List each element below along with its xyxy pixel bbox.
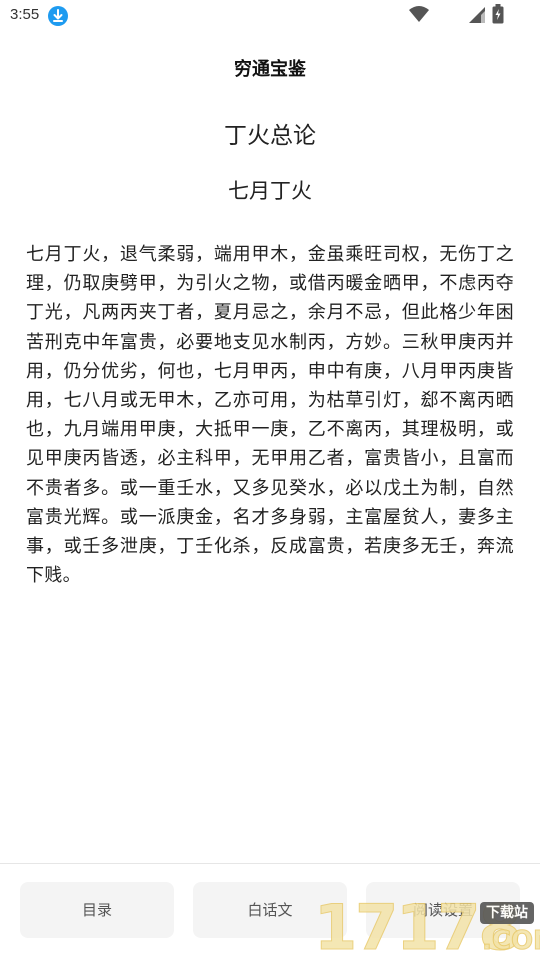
- status-time: 3:55: [10, 6, 40, 23]
- reader-screen: 3:55 穷通宝鉴 丁火总论 七月丁火 七月丁火，退气柔弱，端用甲木，金虽乘旺司…: [0, 0, 540, 960]
- download-icon: [48, 6, 68, 26]
- article-body: 七月丁火，退气柔弱，端用甲木，金虽乘旺司权，无伤丁之理，仍取庚劈甲，为引火之物，…: [26, 244, 514, 587]
- vernacular-button[interactable]: 白话文: [193, 882, 347, 938]
- app-title: 穷通宝鉴: [234, 59, 306, 80]
- reading-settings-button[interactable]: 阅读设置: [366, 882, 520, 938]
- status-bar: 3:55: [0, 0, 540, 32]
- chapter-title: 丁火总论: [224, 123, 316, 149]
- battery-icon: [492, 4, 504, 24]
- wifi-icon: [409, 6, 429, 22]
- bottom-divider: [0, 863, 540, 864]
- signal-icon: [469, 7, 485, 23]
- bottom-toolbar: 目录 白话文 阅读设置: [0, 882, 540, 940]
- section-title: 七月丁火: [228, 179, 312, 203]
- toc-button[interactable]: 目录: [20, 882, 174, 938]
